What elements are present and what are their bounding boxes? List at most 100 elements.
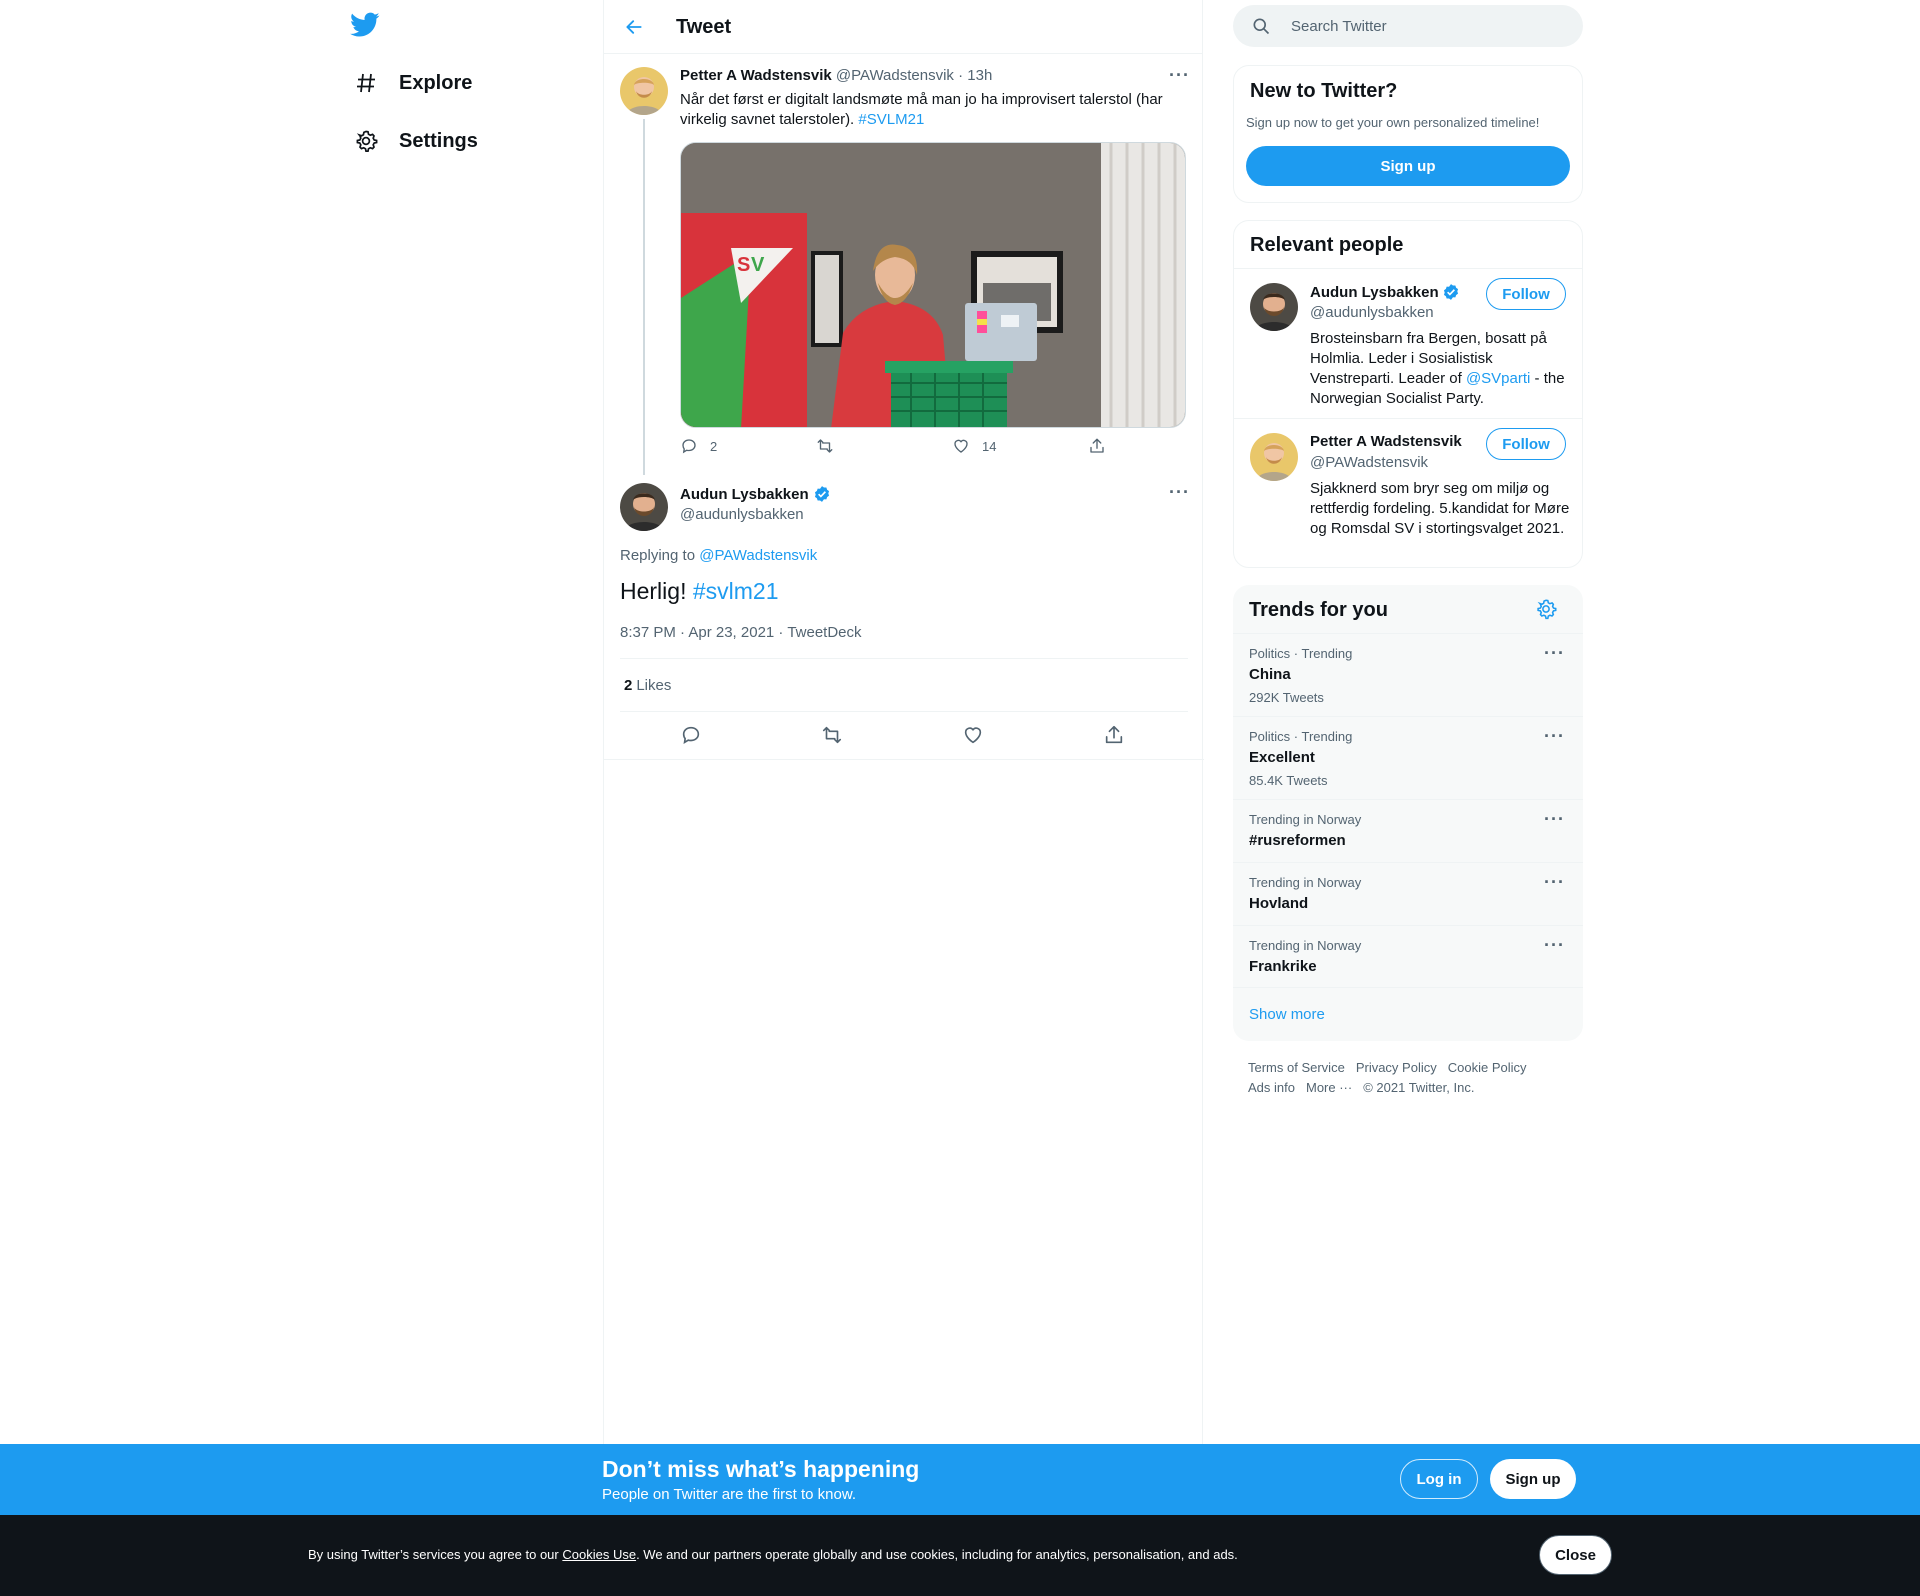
signup-button[interactable]: Sign up	[1490, 1459, 1576, 1499]
more-icon[interactable]: ···	[1544, 810, 1565, 828]
more-icon[interactable]: ···	[1544, 873, 1565, 891]
hashtag-link[interactable]: #SVLM21	[858, 111, 924, 128]
ads-info-link[interactable]: Ads info	[1248, 1078, 1295, 1098]
trend-item[interactable]: Politics · Trending China 292K Tweets ··…	[1233, 633, 1583, 716]
person-handle[interactable]: @audunlysbakken	[1310, 304, 1434, 321]
likes-count: 2	[624, 676, 633, 694]
more-icon[interactable]: ···	[1544, 644, 1565, 662]
svg-text:S: S	[737, 254, 750, 276]
retweet-button[interactable]	[821, 724, 843, 746]
author-name-row[interactable]: Audun Lysbakken	[680, 485, 831, 503]
signup-button[interactable]: Sign up	[1246, 146, 1570, 186]
search-bar[interactable]	[1233, 5, 1583, 47]
avatar[interactable]	[1250, 283, 1298, 331]
tweet-photo[interactable]: S V	[680, 142, 1186, 428]
banner-subtitle: People on Twitter are the first to know.	[602, 1486, 857, 1503]
trend-context: Trending in Norway	[1249, 875, 1362, 890]
like-button[interactable]	[962, 724, 984, 746]
gear-icon[interactable]	[1535, 598, 1559, 622]
more-icon[interactable]: ···	[1544, 936, 1565, 954]
share-button[interactable]	[1088, 437, 1106, 455]
thread-connector	[643, 119, 645, 475]
person-name[interactable]: Petter A Wadstensvik	[1310, 433, 1462, 450]
retweet-button[interactable]	[816, 437, 834, 455]
likes-stat[interactable]: 2 Likes	[620, 658, 1188, 712]
main-tweet-actions	[604, 712, 1204, 760]
parent-tweet-header: Petter A Wadstensvik @PAWadstensvik · 13…	[680, 67, 992, 84]
person-name[interactable]: Audun Lysbakken	[1310, 284, 1439, 301]
verified-badge-icon	[814, 486, 829, 502]
share-button[interactable]	[1103, 724, 1125, 746]
author-name[interactable]: Petter A Wadstensvik	[680, 67, 832, 84]
search-input[interactable]	[1291, 17, 1571, 35]
trend-name: Hovland	[1249, 895, 1309, 912]
follow-button[interactable]: Follow	[1486, 278, 1566, 310]
more-icon[interactable]: ···	[1169, 483, 1190, 501]
separator: ·	[953, 67, 968, 84]
more-link[interactable]: More ···	[1306, 1078, 1352, 1098]
avatar[interactable]	[620, 483, 668, 531]
reply-button[interactable]	[680, 724, 702, 746]
parent-tweet-text: Når det først er digitalt landsmøte må m…	[680, 90, 1180, 130]
trend-item[interactable]: Trending in Norway #rusreformen ···	[1233, 799, 1583, 862]
person-handle[interactable]: @PAWadstensvik	[1310, 454, 1428, 471]
search-icon	[1253, 18, 1270, 35]
tweet-time[interactable]: 13h	[967, 67, 992, 84]
main-tweet-text: Herlig! #svlm21	[620, 578, 779, 605]
author-handle[interactable]: @PAWadstensvik	[836, 67, 954, 84]
nav-settings-label: Settings	[399, 129, 478, 152]
like-button[interactable]: 14	[952, 437, 996, 455]
more-icon[interactable]: ···	[1544, 727, 1565, 745]
login-button[interactable]: Log in	[1400, 1459, 1478, 1499]
heart-icon	[954, 439, 968, 453]
trend-name: China	[1249, 666, 1291, 683]
card-subtitle: Sign up now to get your own personalized…	[1246, 115, 1540, 130]
avatar[interactable]	[620, 67, 668, 115]
trend-name: Excellent	[1249, 749, 1315, 766]
verified-badge-icon	[1443, 284, 1458, 300]
cookies-use-link[interactable]: Cookies Use	[562, 1547, 636, 1562]
show-more-link[interactable]: Show more	[1249, 1006, 1325, 1023]
trend-item[interactable]: Trending in Norway Hovland ···	[1233, 862, 1583, 925]
person-bio: Brosteinsbarn fra Bergen, bosatt på Holm…	[1310, 329, 1572, 409]
author-handle[interactable]: @audunlysbakken	[680, 506, 804, 523]
back-button[interactable]	[621, 14, 647, 40]
hashtag-icon	[351, 68, 381, 98]
relevant-people-card: Relevant people Audun Lysbakken @audunly…	[1233, 220, 1583, 568]
new-to-twitter-card: New to Twitter? Sign up now to get your …	[1233, 65, 1583, 203]
bio-mention-link[interactable]: @SVparti	[1466, 370, 1530, 387]
nav-settings[interactable]: Settings	[345, 115, 478, 167]
parent-tweet-actions: 2 14	[680, 437, 1110, 461]
replying-to-link[interactable]: @PAWadstensvik	[699, 547, 817, 564]
trend-context: Trending in Norway	[1249, 812, 1362, 827]
trend-item[interactable]: Trending in Norway Frankrike ···	[1233, 925, 1583, 988]
nav-explore-label: Explore	[399, 71, 473, 94]
person-name-row[interactable]: Audun Lysbakken	[1310, 283, 1460, 301]
trend-count: 292K Tweets	[1249, 690, 1324, 705]
page-header: Tweet	[604, 0, 1202, 54]
share-icon	[1105, 725, 1123, 744]
nav-explore[interactable]: Explore	[345, 57, 472, 109]
cookie-text: . We and our partners operate globally a…	[636, 1547, 1238, 1562]
likes-label: Likes	[636, 676, 672, 694]
cookie-policy-link[interactable]: Cookie Policy	[1448, 1058, 1527, 1078]
trend-name: #rusreformen	[1249, 832, 1346, 849]
avatar[interactable]	[1250, 433, 1298, 481]
privacy-link[interactable]: Privacy Policy	[1356, 1058, 1437, 1078]
reply-count: 2	[710, 438, 718, 454]
twitter-bird-icon[interactable]	[350, 12, 380, 38]
hashtag-link[interactable]: #svlm21	[693, 578, 779, 604]
trend-item[interactable]: Politics · Trending Excellent 85.4K Twee…	[1233, 716, 1583, 799]
tweet-timestamp[interactable]: 8:37 PM · Apr 23, 2021 · TweetDeck	[620, 624, 862, 641]
gear-icon	[351, 126, 381, 156]
reply-button[interactable]: 2	[680, 437, 717, 455]
more-icon[interactable]: ···	[1169, 66, 1190, 84]
close-button[interactable]: Close	[1539, 1535, 1612, 1575]
card-title: Trends for you	[1249, 599, 1388, 621]
trend-context: Politics · Trending	[1249, 646, 1353, 661]
follow-button[interactable]: Follow	[1486, 428, 1566, 460]
terms-link[interactable]: Terms of Service	[1248, 1058, 1345, 1078]
author-name[interactable]: Audun Lysbakken	[680, 486, 809, 503]
signup-banner: Don’t miss what’s happening People on Tw…	[0, 1444, 1920, 1515]
person-bio: Sjakknerd som bryr seg om miljø og rettf…	[1310, 480, 1570, 537]
